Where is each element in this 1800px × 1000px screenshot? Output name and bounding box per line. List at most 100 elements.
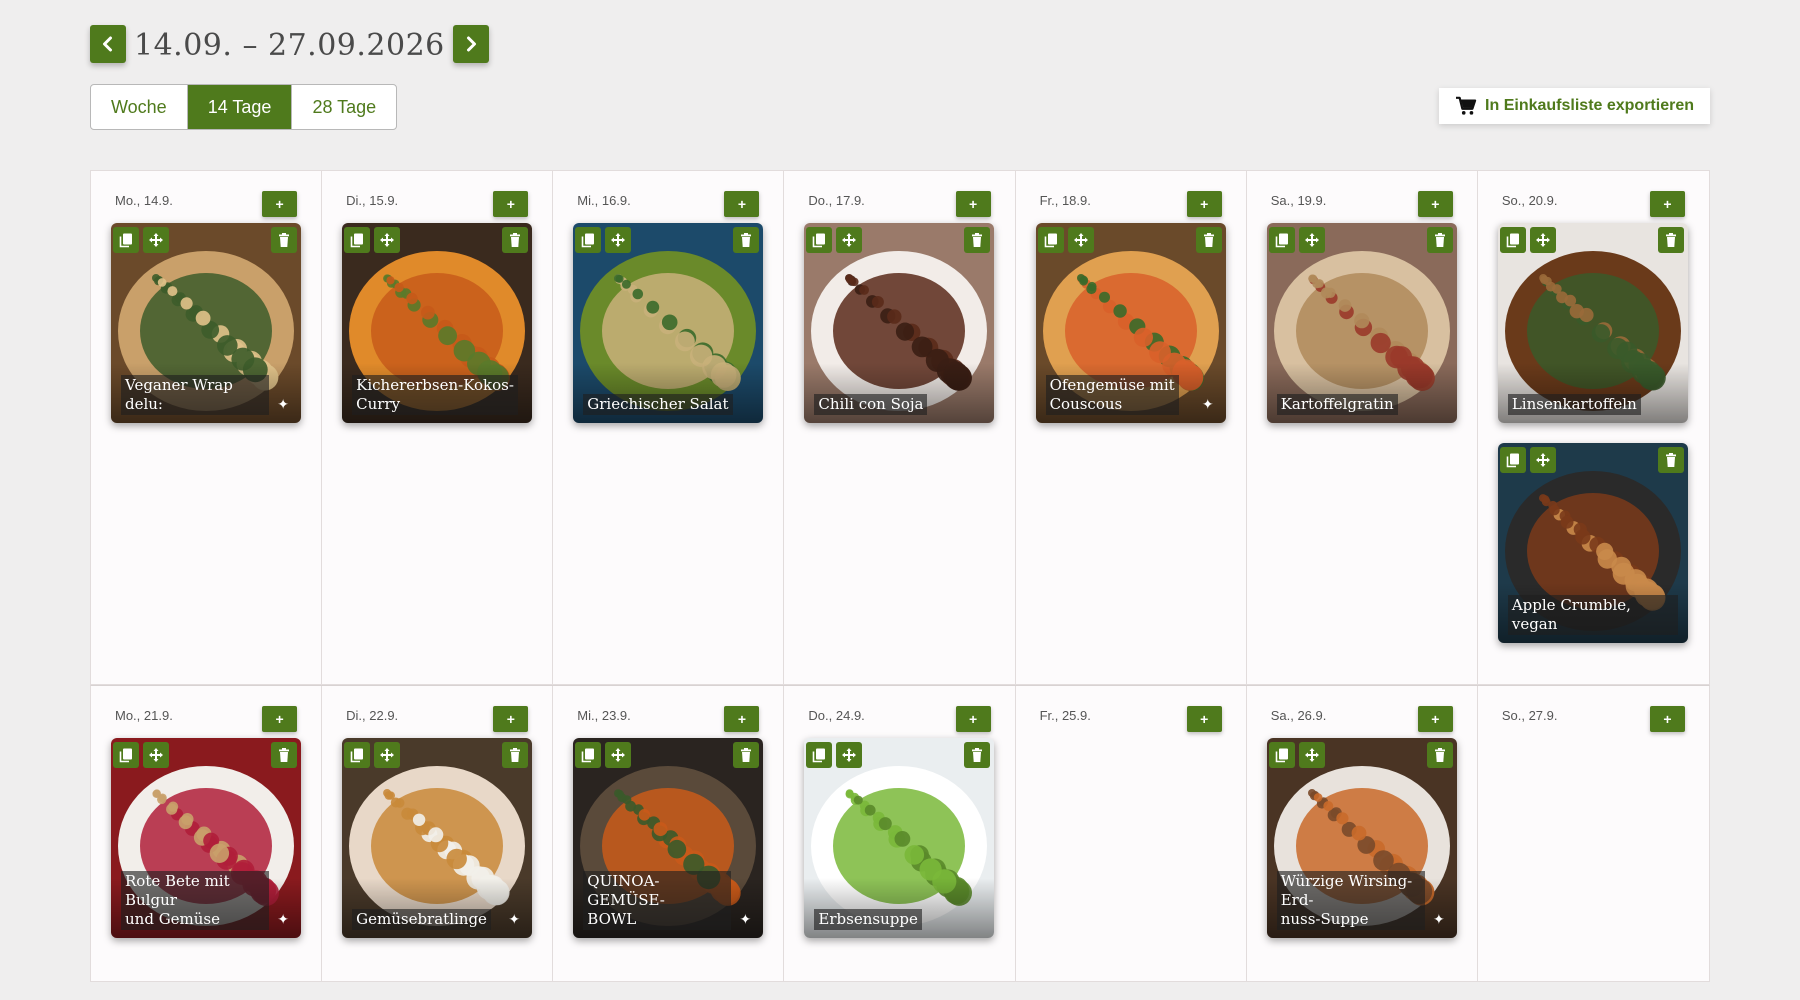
- add-recipe-button[interactable]: +: [1649, 191, 1685, 217]
- copy-recipe-button[interactable]: [113, 227, 139, 253]
- recipe-card[interactable]: QUINOA-GEMÜSE- BOWL ✦: [573, 738, 764, 938]
- day-column: Fr., 18.9. + Ofengemüse mit Couscous ✦: [1015, 171, 1247, 684]
- delete-recipe-button[interactable]: [1195, 227, 1222, 253]
- delete-recipe-button[interactable]: [502, 742, 529, 768]
- recipe-card[interactable]: Veganer Wrap delu: ✦: [111, 223, 301, 423]
- move-recipe-button[interactable]: [1529, 447, 1556, 473]
- trash-icon: [279, 233, 289, 247]
- move-icon: [380, 233, 395, 247]
- add-recipe-button[interactable]: +: [262, 191, 298, 217]
- move-recipe-button[interactable]: [1067, 227, 1094, 253]
- delete-recipe-button[interactable]: [271, 227, 297, 253]
- export-shopping-list-button[interactable]: In Einkaufsliste exportieren: [1439, 88, 1710, 124]
- move-recipe-button[interactable]: [1298, 227, 1325, 253]
- add-recipe-button[interactable]: +: [1649, 706, 1685, 732]
- move-recipe-button[interactable]: [1529, 227, 1556, 253]
- move-recipe-button[interactable]: [374, 742, 401, 768]
- recipe-title: Gemüsebratlinge: [352, 909, 491, 930]
- move-recipe-button[interactable]: [143, 742, 169, 768]
- recipe-card[interactable]: Kichererbsen-Kokos- Curry: [342, 223, 533, 423]
- add-recipe-button[interactable]: +: [1186, 191, 1222, 217]
- delete-recipe-button[interactable]: [1426, 742, 1453, 768]
- move-recipe-button[interactable]: [836, 742, 863, 768]
- recipe-card-toolbar: [804, 742, 994, 768]
- delete-recipe-button[interactable]: [733, 227, 760, 253]
- move-recipe-button[interactable]: [605, 227, 632, 253]
- range-14-days-button[interactable]: 14 Tage: [187, 85, 293, 129]
- day-label: So., 20.9.: [1501, 193, 1558, 208]
- previous-period-button[interactable]: [90, 24, 126, 63]
- add-recipe-button[interactable]: +: [1417, 191, 1453, 217]
- move-recipe-button[interactable]: [836, 227, 863, 253]
- chevron-left-icon: [103, 36, 112, 51]
- next-period-button[interactable]: [452, 24, 489, 63]
- recipe-card[interactable]: Gemüsebratlinge ✦: [342, 738, 533, 938]
- day-column: Di., 15.9. + Kichererbsen-Kokos- Curry: [322, 171, 554, 684]
- recipe-image: [804, 738, 995, 938]
- delete-recipe-button[interactable]: [502, 227, 529, 253]
- add-recipe-button[interactable]: +: [724, 706, 760, 732]
- add-recipe-button[interactable]: +: [493, 191, 529, 217]
- copy-recipe-button[interactable]: [1499, 227, 1526, 253]
- recipe-card[interactable]: Chili con Soja: [804, 223, 995, 423]
- move-recipe-button[interactable]: [1298, 742, 1325, 768]
- delete-recipe-button[interactable]: [964, 227, 991, 253]
- add-recipe-button[interactable]: +: [724, 191, 760, 217]
- range-week-button[interactable]: Woche: [91, 85, 188, 129]
- recipe-title: Kartoffelgratin: [1276, 394, 1398, 415]
- day-label: Mi., 16.9.: [577, 193, 631, 208]
- move-recipe-button[interactable]: [374, 227, 401, 253]
- move-icon: [380, 748, 395, 762]
- recipe-card[interactable]: Würzige Wirsing-Erd- nuss-Suppe ✦: [1266, 738, 1457, 938]
- move-icon: [1304, 233, 1319, 247]
- trash-icon: [1434, 233, 1445, 247]
- move-icon: [842, 233, 857, 247]
- sparkle-icon: ✦: [277, 396, 289, 412]
- move-recipe-button[interactable]: [143, 227, 169, 253]
- copy-recipe-button[interactable]: [806, 227, 833, 253]
- copy-recipe-button[interactable]: [575, 742, 602, 768]
- date-navigation: 14.09. – 27.09.2026: [90, 24, 489, 63]
- recipe-card[interactable]: Rote Bete mit Bulgur und Gemüse ✦: [111, 738, 301, 938]
- add-recipe-button[interactable]: +: [493, 706, 529, 732]
- add-recipe-button[interactable]: +: [955, 191, 991, 217]
- delete-recipe-button[interactable]: [1426, 227, 1453, 253]
- day-column: Mo., 21.9. + Rote Bete mit Bulgur und Gem…: [91, 686, 323, 981]
- trash-icon: [510, 748, 521, 762]
- copy-recipe-button[interactable]: [344, 227, 371, 253]
- move-recipe-button[interactable]: [605, 742, 632, 768]
- copy-recipe-button[interactable]: [1268, 742, 1295, 768]
- trash-icon: [741, 748, 752, 762]
- recipe-title: Würzige Wirsing-Erd- nuss-Suppe: [1276, 871, 1425, 930]
- recipe-card[interactable]: Linsenkartoffeln: [1497, 223, 1688, 423]
- copy-recipe-button[interactable]: [113, 742, 139, 768]
- delete-recipe-button[interactable]: [271, 742, 297, 768]
- trash-icon: [741, 233, 752, 247]
- day-column: Mi., 16.9. + Griechischer Salat: [553, 171, 785, 684]
- move-icon: [1073, 233, 1088, 247]
- copy-recipe-button[interactable]: [1268, 227, 1295, 253]
- recipe-title: Linsenkartoffeln: [1507, 394, 1641, 415]
- delete-recipe-button[interactable]: [1657, 227, 1684, 253]
- copy-recipe-button[interactable]: [344, 742, 371, 768]
- recipe-card[interactable]: Ofengemüse mit Couscous ✦: [1035, 223, 1226, 423]
- add-recipe-button[interactable]: +: [1186, 706, 1222, 732]
- add-recipe-button[interactable]: +: [1417, 706, 1453, 732]
- copy-recipe-button[interactable]: [575, 227, 602, 253]
- add-recipe-button[interactable]: +: [955, 706, 991, 732]
- copy-recipe-button[interactable]: [806, 742, 833, 768]
- recipe-card[interactable]: Griechischer Salat: [573, 223, 764, 423]
- add-recipe-button[interactable]: +: [262, 706, 298, 732]
- day-column: Di., 22.9. + Gemüsebratlinge ✦: [322, 686, 554, 981]
- recipe-card[interactable]: Erbsensuppe: [804, 738, 995, 938]
- recipe-card-toolbar: [342, 227, 532, 253]
- copy-recipe-button[interactable]: [1499, 447, 1526, 473]
- delete-recipe-button[interactable]: [1657, 447, 1684, 473]
- delete-recipe-button[interactable]: [733, 742, 760, 768]
- range-28-days-button[interactable]: 28 Tage: [292, 85, 396, 129]
- copy-recipe-button[interactable]: [1037, 227, 1064, 253]
- recipe-card[interactable]: Apple Crumble, vegan: [1497, 443, 1688, 643]
- delete-recipe-button[interactable]: [964, 742, 991, 768]
- sparkle-icon: ✦: [739, 911, 752, 927]
- recipe-card[interactable]: Kartoffelgratin: [1266, 223, 1457, 423]
